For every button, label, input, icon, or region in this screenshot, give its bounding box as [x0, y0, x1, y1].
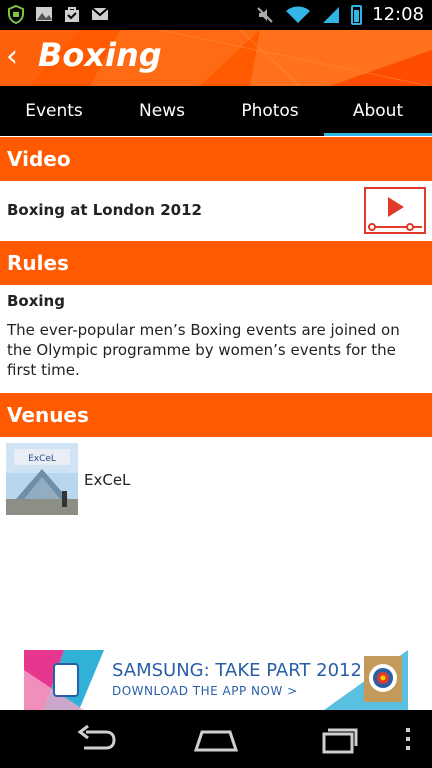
system-icons: 12:08 — [255, 4, 424, 25]
venues-section-header: Venues — [0, 393, 432, 437]
page-title: Boxing — [38, 36, 162, 74]
back-nav-icon[interactable] — [72, 724, 120, 754]
ad-subline: DOWNLOAD THE APP NOW > — [112, 684, 298, 698]
video-section-header: Video — [0, 137, 432, 181]
gmail-icon — [91, 7, 109, 20]
video-play-icon[interactable] — [364, 187, 426, 234]
menu-nav-icon[interactable] — [396, 724, 420, 754]
clock: 12:08 — [372, 4, 424, 25]
bag-icon — [65, 7, 79, 22]
tab-bar: Events News Photos About — [0, 86, 432, 136]
video-title: Boxing at London 2012 — [7, 201, 202, 219]
rules-description: The ever-popular men’s Boxing events are… — [7, 321, 400, 379]
tab-events[interactable]: Events — [0, 86, 108, 136]
notification-icons — [6, 4, 110, 24]
app-bar: ‹ Boxing — [0, 30, 432, 86]
rules-section-header: Rules — [0, 241, 432, 285]
tab-about[interactable]: About — [324, 86, 432, 136]
ad-banner[interactable]: SAMSUNG: TAKE PART 2012 DOWNLOAD THE APP… — [24, 650, 408, 710]
navigation-bar — [0, 710, 432, 768]
recents-nav-icon[interactable] — [314, 724, 362, 754]
venue-sign-text: ExCeL — [28, 454, 56, 464]
tab-photos[interactable]: Photos — [216, 86, 324, 136]
rules-subtitle: Boxing — [7, 292, 65, 310]
video-row[interactable]: Boxing at London 2012 — [0, 183, 432, 239]
image-icon — [36, 7, 52, 21]
battery-icon — [351, 4, 363, 25]
tab-news[interactable]: News — [108, 86, 216, 136]
ad-headline: SAMSUNG: TAKE PART 2012 — [112, 660, 362, 681]
venue-thumbnail[interactable]: ExCeL — [6, 443, 78, 515]
shield-icon — [8, 4, 24, 24]
venue-name: ExCeL — [84, 471, 131, 489]
signal-icon — [323, 6, 340, 23]
status-bar: 12:08 — [0, 0, 432, 30]
mute-icon — [257, 6, 273, 23]
wifi-icon — [286, 6, 311, 23]
home-nav-icon[interactable] — [192, 724, 240, 754]
back-button[interactable]: ‹ — [6, 42, 26, 74]
